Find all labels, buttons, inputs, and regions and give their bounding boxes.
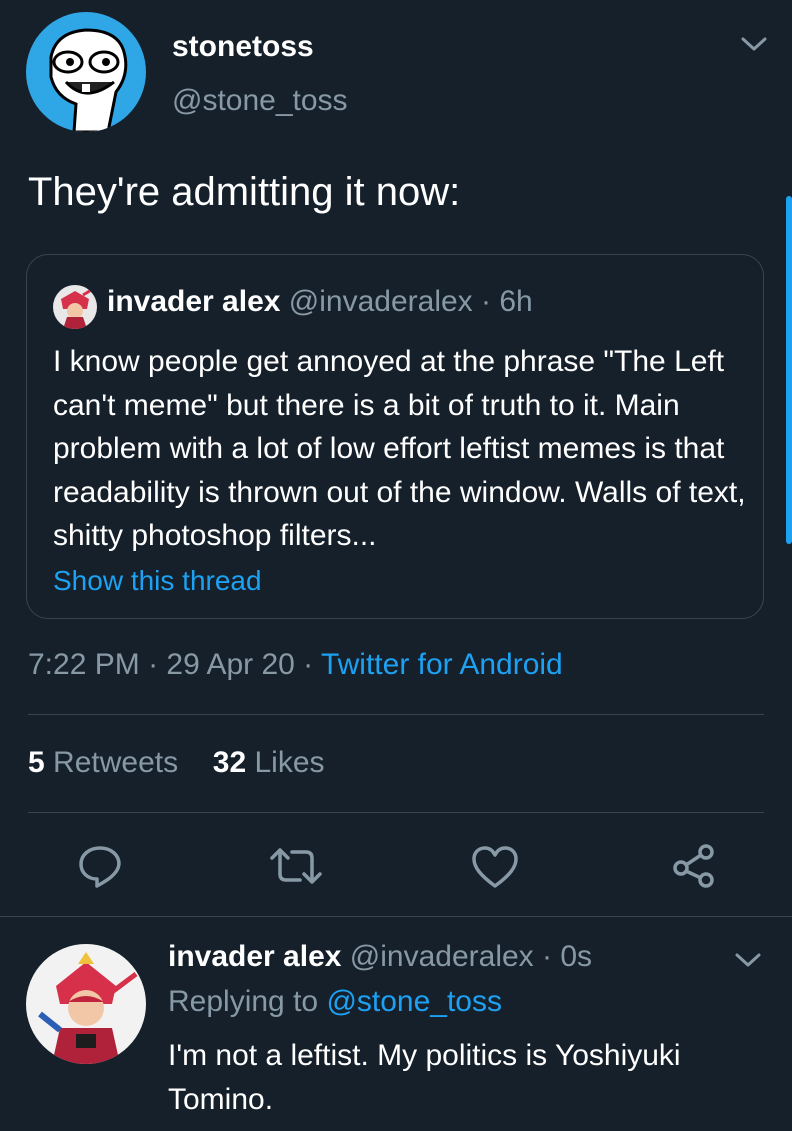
meta-separator: · xyxy=(139,648,167,681)
tweet-source-link[interactable]: Twitter for Android xyxy=(321,648,563,681)
like-button[interactable] xyxy=(470,844,520,890)
author-handle[interactable]: @stone_toss xyxy=(172,84,348,118)
retweets-count: 5 xyxy=(28,746,45,779)
divider xyxy=(28,812,764,813)
reply-display-name[interactable]: invader alex xyxy=(168,940,341,973)
reply-avatar-illustration xyxy=(38,952,138,1064)
reply-button[interactable] xyxy=(76,842,124,890)
tweet-date: 29 Apr 20 xyxy=(166,648,295,681)
meta-separator: · xyxy=(294,648,321,681)
likes-label: Likes xyxy=(254,746,325,779)
reply-tweet-text: I'm not a leftist. My politics is Yoshiy… xyxy=(168,1039,681,1116)
divider xyxy=(28,714,764,715)
share-button[interactable] xyxy=(670,842,718,890)
likes-stat[interactable]: 32 Likes xyxy=(213,746,325,779)
author-display-name[interactable]: stonetoss xyxy=(172,30,314,64)
quoted-author-avatar xyxy=(53,285,97,329)
retweets-stat[interactable]: 5 Retweets xyxy=(28,746,186,779)
reply-icon xyxy=(79,846,121,888)
scrollbar[interactable] xyxy=(786,196,792,544)
divider xyxy=(0,916,792,917)
quoted-display-name: invader alex xyxy=(107,285,281,318)
quoted-tweet-text: I know people get annoyed at the phrase … xyxy=(53,345,746,552)
reply-author-avatar[interactable] xyxy=(26,944,146,1064)
replying-to-handle[interactable]: @stone_toss xyxy=(326,985,502,1018)
retweet-button[interactable] xyxy=(268,844,324,888)
retweet-icon xyxy=(270,848,322,884)
avatar-face-illustration xyxy=(49,28,128,132)
reply-tweet-age: · 0s xyxy=(542,940,593,973)
quoted-handle: @invaderalex xyxy=(288,285,473,318)
like-icon xyxy=(472,846,518,888)
reply-handle[interactable]: @invaderalex xyxy=(350,940,534,973)
author-avatar[interactable] xyxy=(26,12,146,132)
quoted-tweet-age: · 6h xyxy=(481,285,533,318)
likes-count: 32 xyxy=(212,746,247,779)
tweet-text: They're admitting it now: xyxy=(28,170,461,214)
quoted-tweet-card[interactable]: invader alex @invaderalex · 6h I know pe… xyxy=(26,254,764,619)
tweet-menu-chevron-icon[interactable] xyxy=(740,34,768,54)
show-thread-link[interactable]: Show this thread xyxy=(53,565,262,597)
tweet-time: 7:22 PM xyxy=(28,648,140,681)
reply-menu-chevron-icon[interactable] xyxy=(734,950,762,970)
replying-to-label: Replying to xyxy=(168,985,319,1018)
retweets-label: Retweets xyxy=(53,746,179,779)
share-icon xyxy=(673,844,714,888)
